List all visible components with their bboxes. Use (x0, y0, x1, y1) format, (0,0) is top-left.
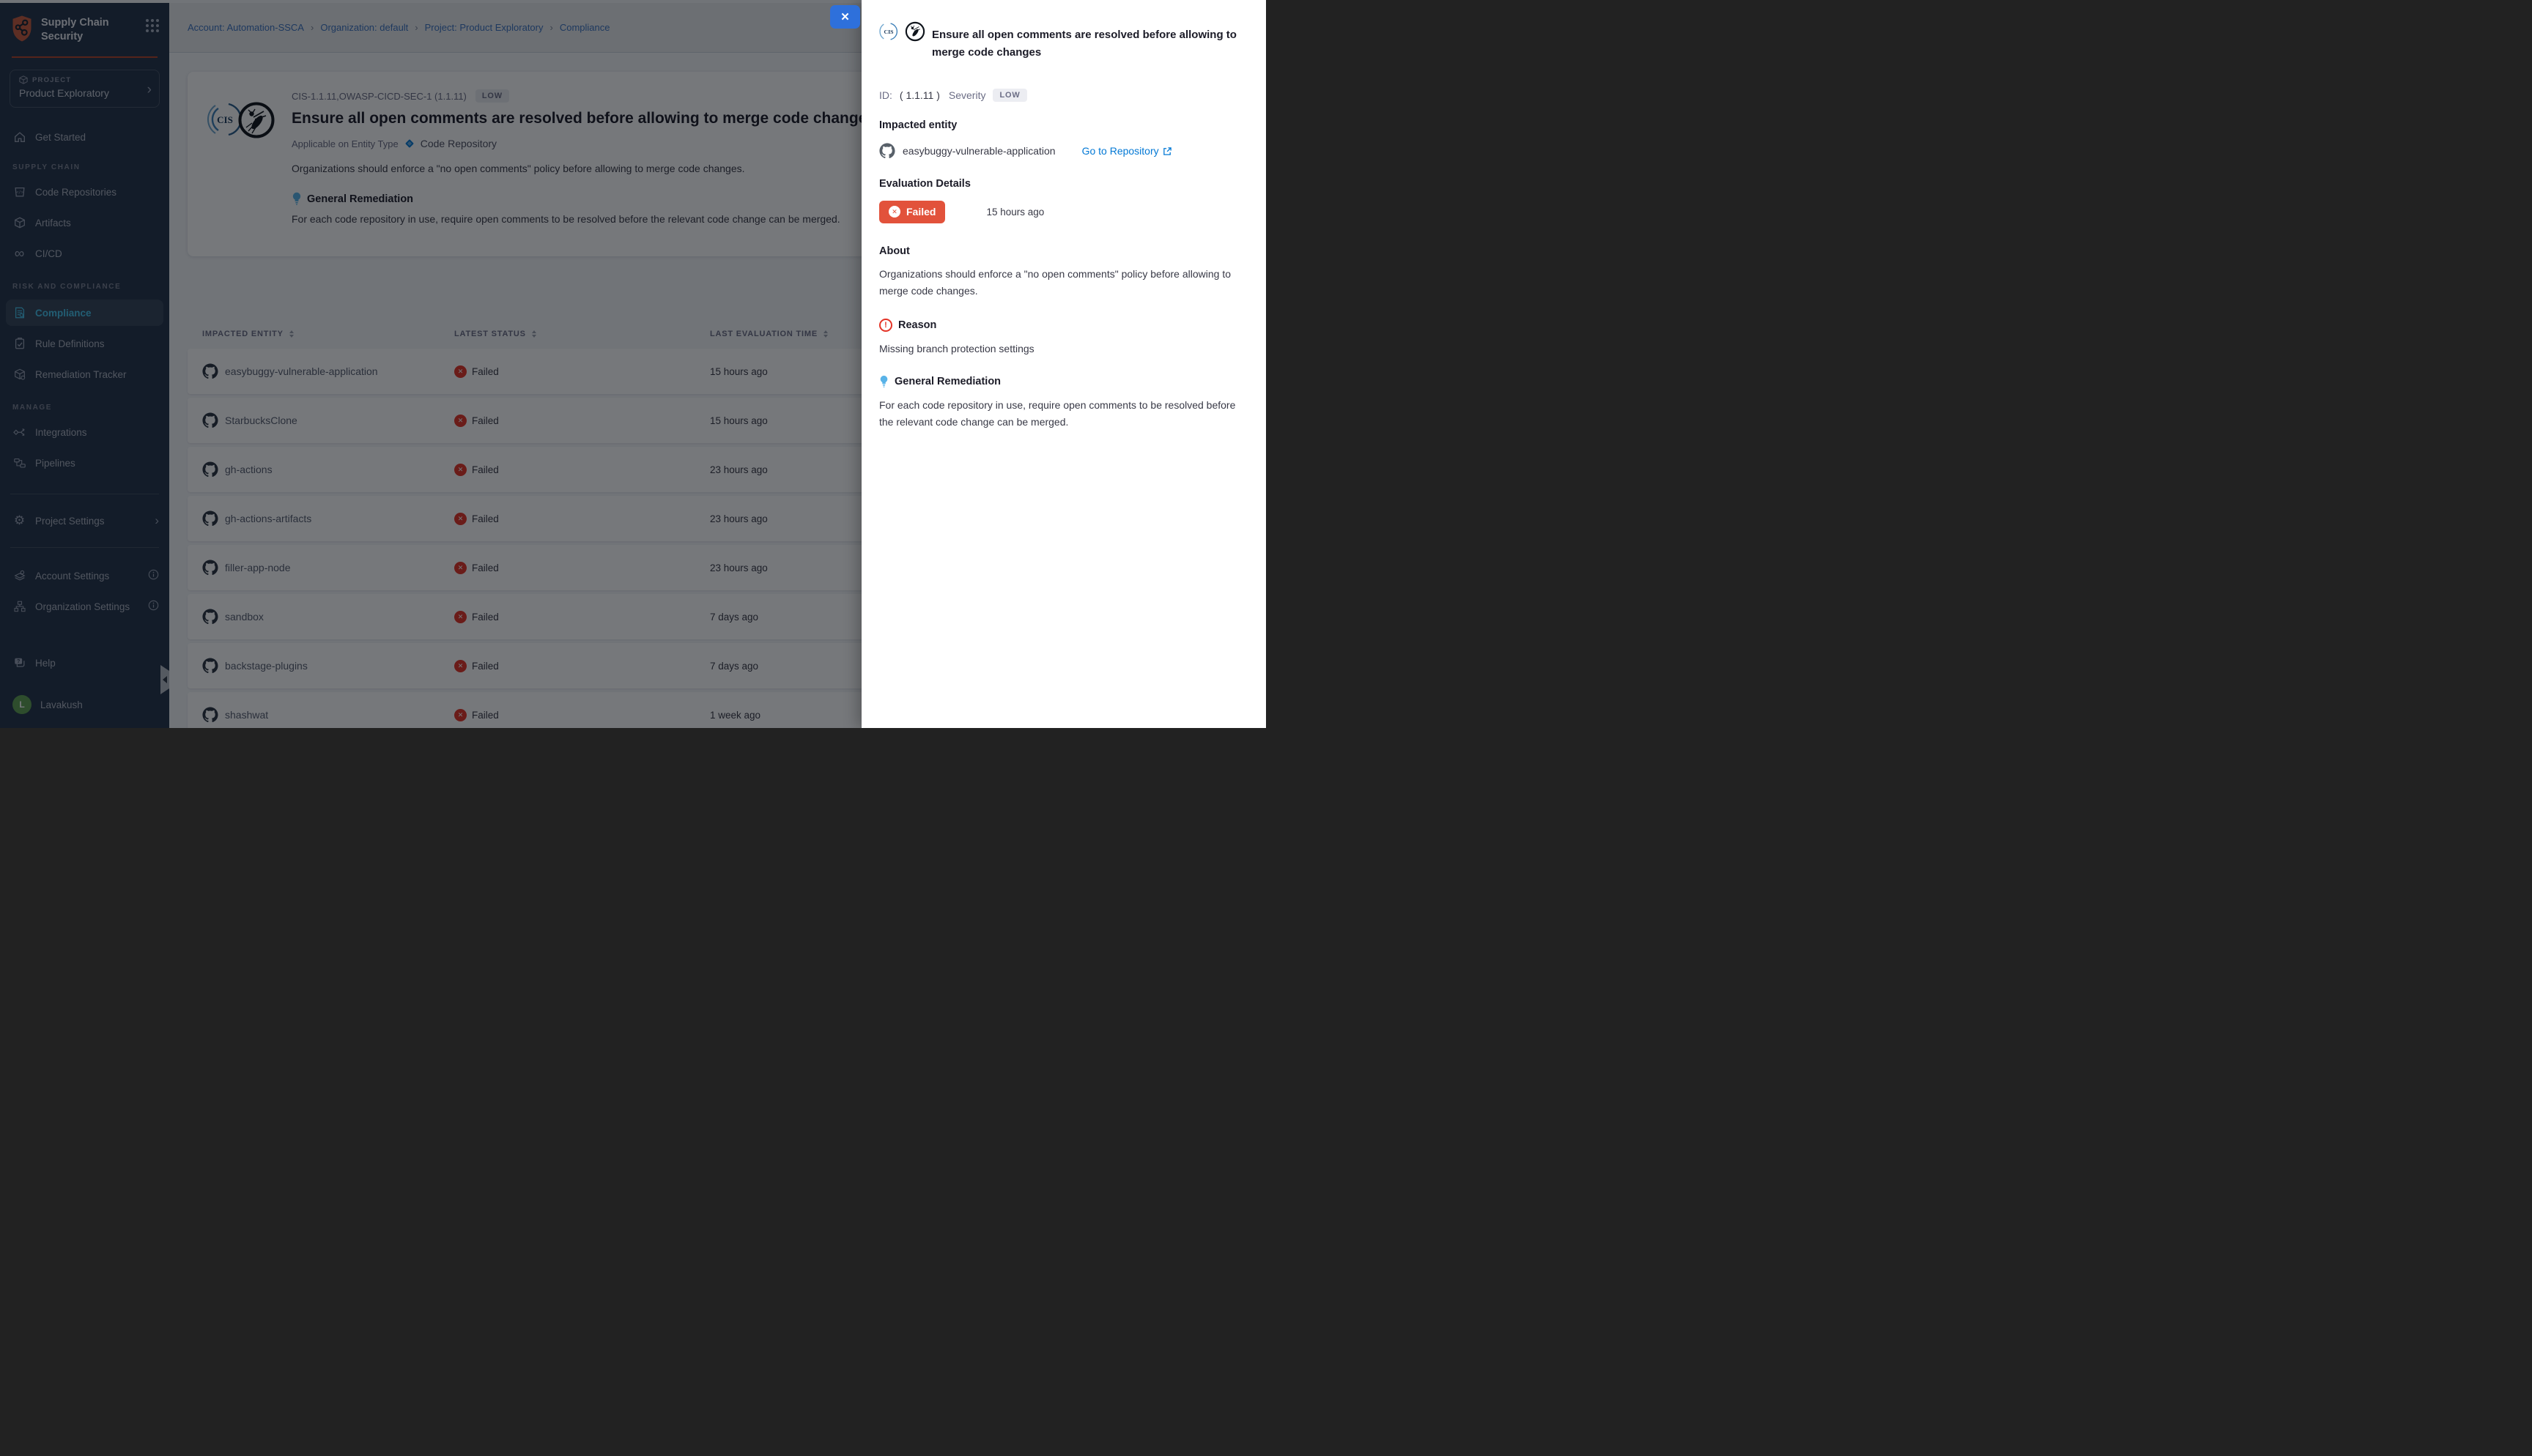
lightbulb-icon (879, 375, 889, 388)
drawer-title: Ensure all open comments are resolved be… (932, 26, 1245, 61)
severity-label: Severity (949, 89, 986, 101)
general-remediation-heading: General Remediation (895, 376, 1001, 387)
close-icon[interactable]: ✕ (830, 5, 860, 29)
external-link-icon (1163, 146, 1172, 156)
reason-text: Missing branch protection settings (879, 341, 1240, 357)
app-screen: Supply ChainSecurity PROJECT Product Exp… (0, 0, 1266, 728)
rule-details-drawer: CIS Ensure all open comments are resolve… (862, 0, 1266, 728)
general-remediation-text: For each code repository in use, require… (879, 397, 1240, 431)
status-badge: ✕ Failed (879, 201, 945, 223)
about-text: Organizations should enforce a "no open … (879, 266, 1240, 300)
evaluation-time: 15 hours ago (986, 207, 1044, 218)
about-heading: About (879, 245, 1245, 257)
id-value: ( 1.1.11 ) (900, 89, 940, 101)
go-to-repository-link[interactable]: Go to Repository (1082, 145, 1172, 157)
evaluation-details-heading: Evaluation Details (879, 178, 1245, 190)
id-label: ID: (879, 89, 892, 101)
reason-alert-icon: ! (879, 319, 892, 332)
reason-heading: Reason (898, 319, 936, 331)
impacted-entity-heading: Impacted entity (879, 119, 1245, 131)
failed-x-icon: ✕ (889, 206, 900, 218)
modal-overlay[interactable] (0, 0, 862, 728)
impacted-entity-name: easybuggy-vulnerable-application (903, 145, 1056, 157)
svg-text:CIS: CIS (884, 29, 893, 35)
owasp-wasp-logo (905, 21, 925, 42)
cis-logo: CIS (879, 22, 898, 41)
severity-badge: LOW (993, 89, 1026, 102)
github-icon (879, 143, 895, 159)
